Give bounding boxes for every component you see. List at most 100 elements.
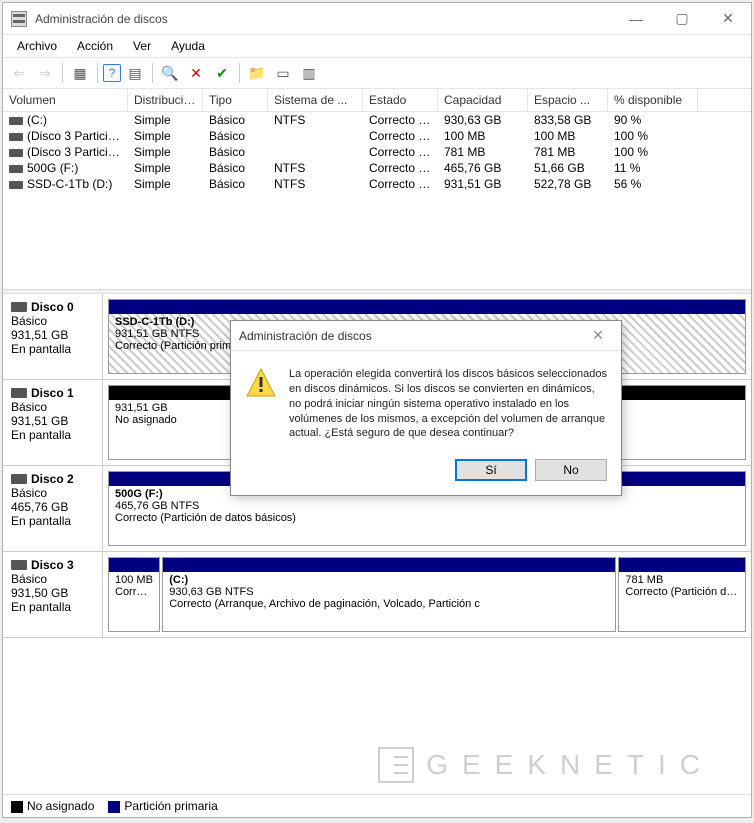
- maximize-button[interactable]: ▢: [659, 3, 705, 35]
- disk-info[interactable]: Disco 2Básico465,76 GBEn pantalla: [3, 466, 103, 551]
- disk-size: 931,51 GB: [11, 328, 94, 342]
- legend-swatch-unalloc: [11, 801, 23, 813]
- menu-accion[interactable]: Acción: [67, 37, 123, 55]
- forward-button[interactable]: ⇒: [33, 61, 57, 85]
- toolbar: ⇐ ⇒ ▦ ? ▤ 🔍 ✕ ✔ 📁 ▭ ▥: [3, 57, 751, 89]
- col-espacio[interactable]: Espacio ...: [528, 89, 608, 111]
- col-sistema[interactable]: Sistema de ...: [268, 89, 363, 111]
- partition-size: 781 MB: [625, 574, 739, 586]
- cell-pct: 100 %: [608, 128, 698, 144]
- cell-tipo: Básico: [203, 176, 268, 192]
- disk-type: Básico: [11, 400, 94, 414]
- new-volume-button[interactable]: 📁: [245, 61, 269, 85]
- check-button[interactable]: ✔: [210, 61, 234, 85]
- volume-icon: [9, 117, 23, 125]
- partition-size: 100 MB: [115, 574, 153, 586]
- cell-dist: Simple: [128, 128, 203, 144]
- partition[interactable]: 100 MBCorrecto (: [108, 557, 160, 632]
- dialog-title: Administración de discos: [239, 329, 583, 343]
- cell-libre: 833,58 GB: [528, 112, 608, 128]
- cell-libre: 781 MB: [528, 144, 608, 160]
- volume-icon: [9, 181, 23, 189]
- disk-size: 465,76 GB: [11, 500, 94, 514]
- cell-libre: 51,66 GB: [528, 160, 608, 176]
- confirm-dialog: Administración de discos ✕ La operación …: [230, 320, 622, 496]
- volume-row[interactable]: (C:)SimpleBásicoNTFSCorrecto (...930,63 …: [3, 112, 751, 128]
- volume-icon: [9, 133, 23, 141]
- disk-info[interactable]: Disco 0Básico931,51 GBEn pantalla: [3, 294, 103, 379]
- disk-status: En pantalla: [11, 600, 94, 614]
- delete-button[interactable]: ✕: [184, 61, 208, 85]
- disk-type: Básico: [11, 314, 94, 328]
- col-capacidad[interactable]: Capacidad: [438, 89, 528, 111]
- menubar: Archivo Acción Ver Ayuda: [3, 35, 751, 57]
- layout-button[interactable]: ▥: [297, 61, 321, 85]
- close-button[interactable]: ✕: [705, 3, 751, 35]
- dialog-close-button[interactable]: ✕: [583, 327, 613, 344]
- partition-size: 930,63 GB NTFS: [169, 586, 609, 598]
- format-button[interactable]: ▭: [271, 61, 295, 85]
- back-button[interactable]: ⇐: [7, 61, 31, 85]
- cell-dist: Simple: [128, 160, 203, 176]
- separator: [152, 63, 153, 83]
- volume-icon: [9, 149, 23, 157]
- partition-stripe: [109, 300, 745, 314]
- cell-tipo: Básico: [203, 160, 268, 176]
- disk-type: Básico: [11, 572, 94, 586]
- partition-status: Correcto (: [115, 586, 153, 598]
- col-volumen[interactable]: Volumen: [3, 89, 128, 111]
- volume-name: (Disco 3 Partición 1): [27, 129, 128, 143]
- partition-label: (C:): [169, 574, 609, 586]
- properties-button[interactable]: ▤: [123, 61, 147, 85]
- dialog-no-button[interactable]: No: [535, 459, 607, 481]
- disk-status: En pantalla: [11, 514, 94, 528]
- col-distribucion[interactable]: Distribución: [128, 89, 203, 111]
- dialog-message: La operación elegida convertirá los disc…: [289, 367, 607, 441]
- disk-name: Disco 0: [31, 300, 74, 314]
- disk-info[interactable]: Disco 3Básico931,50 GBEn pantalla: [3, 552, 103, 637]
- menu-archivo[interactable]: Archivo: [7, 37, 67, 55]
- cell-tipo: Básico: [203, 144, 268, 160]
- app-icon: [11, 11, 27, 27]
- cell-dist: Simple: [128, 176, 203, 192]
- view-grid-button[interactable]: ▦: [68, 61, 92, 85]
- volume-row[interactable]: (Disco 3 Partición 1)SimpleBásicoCorrect…: [3, 128, 751, 144]
- disk-name: Disco 3: [31, 558, 74, 572]
- cell-pct: 100 %: [608, 144, 698, 160]
- menu-ver[interactable]: Ver: [123, 37, 161, 55]
- dialog-yes-button[interactable]: Sí: [455, 459, 527, 481]
- disk-icon: [11, 474, 27, 484]
- partition-stripe: [619, 558, 745, 572]
- volume-row[interactable]: 500G (F:)SimpleBásicoNTFSCorrecto (...46…: [3, 160, 751, 176]
- dialog-titlebar: Administración de discos ✕: [231, 321, 621, 351]
- cell-fs: NTFS: [268, 160, 363, 176]
- menu-ayuda[interactable]: Ayuda: [161, 37, 215, 55]
- legend: No asignado Partición primaria: [3, 795, 751, 817]
- col-tipo[interactable]: Tipo: [203, 89, 268, 111]
- disk-size: 931,50 GB: [11, 586, 94, 600]
- cell-dist: Simple: [128, 144, 203, 160]
- partition-status: Correcto (Partición de recupe: [625, 586, 739, 598]
- cell-fs: [268, 144, 363, 160]
- disk-icon: [11, 302, 27, 312]
- partition[interactable]: 781 MBCorrecto (Partición de recupe: [618, 557, 746, 632]
- cell-estado: Correcto (...: [363, 128, 438, 144]
- help-button[interactable]: ?: [103, 64, 121, 82]
- cell-pct: 56 %: [608, 176, 698, 192]
- disk-info[interactable]: Disco 1Básico931,51 GBEn pantalla: [3, 380, 103, 465]
- cell-fs: NTFS: [268, 176, 363, 192]
- legend-primary: Partición primaria: [124, 799, 217, 813]
- minimize-button[interactable]: —: [613, 3, 659, 35]
- legend-unalloc: No asignado: [27, 799, 94, 813]
- disk-size: 931,51 GB: [11, 414, 94, 428]
- volume-row[interactable]: (Disco 3 Partición 4)SimpleBásicoCorrect…: [3, 144, 751, 160]
- disk-icon: [11, 560, 27, 570]
- col-estado[interactable]: Estado: [363, 89, 438, 111]
- disk-status: En pantalla: [11, 428, 94, 442]
- volume-row[interactable]: SSD-C-1Tb (D:)SimpleBásicoNTFSCorrecto (…: [3, 176, 751, 192]
- refresh-button[interactable]: 🔍: [158, 61, 182, 85]
- col-pct[interactable]: % disponible: [608, 89, 698, 111]
- partition[interactable]: (C:)930,63 GB NTFSCorrecto (Arranque, Ar…: [162, 557, 616, 632]
- window-title: Administración de discos: [35, 12, 613, 26]
- disk-name: Disco 1: [31, 386, 74, 400]
